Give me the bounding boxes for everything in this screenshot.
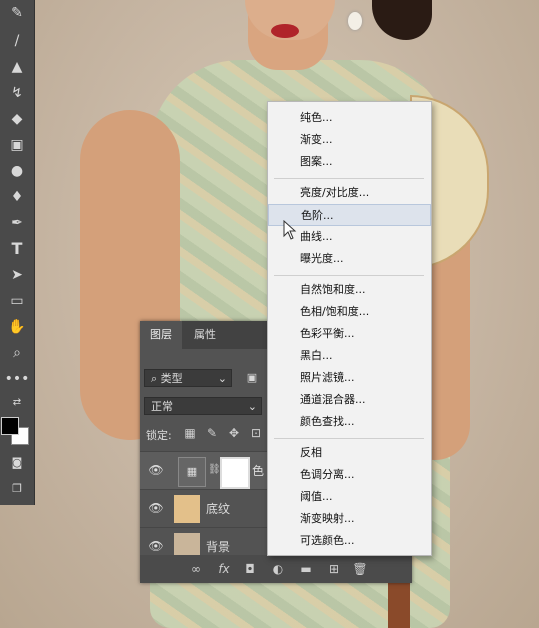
menu-item-solid-color[interactable]: 纯色... bbox=[268, 107, 431, 129]
lock-transparent-icon[interactable]: ▦ bbox=[182, 425, 198, 441]
rectangle-icon[interactable]: ▭ bbox=[4, 290, 30, 312]
visibility-eye-icon[interactable]: 👁 bbox=[148, 501, 164, 515]
blend-mode-select[interactable]: 正常 ⌄ bbox=[144, 397, 262, 415]
menu-item-channel-mixer[interactable]: 通道混合器... bbox=[268, 389, 431, 411]
blur-icon[interactable]: ● bbox=[4, 160, 30, 182]
menu-item-vibrance[interactable]: 自然饱和度... bbox=[268, 279, 431, 301]
brush-icon[interactable]: / bbox=[4, 30, 30, 52]
layer-name: 底纹 bbox=[206, 502, 231, 516]
chevron-down-icon: ⌄ bbox=[247, 400, 257, 413]
mask-icon[interactable]: ◘ bbox=[242, 561, 258, 577]
type-icon[interactable]: T bbox=[4, 238, 30, 260]
menu-item-gradient[interactable]: 渐变... bbox=[268, 129, 431, 151]
menu-item-gradient-map[interactable]: 渐变映射... bbox=[268, 508, 431, 530]
menu-item-posterize[interactable]: 色调分离... bbox=[268, 464, 431, 486]
earring bbox=[348, 12, 362, 30]
menu-separator bbox=[274, 178, 424, 179]
eraser-icon[interactable]: ◆ bbox=[4, 108, 30, 130]
quick-mask-icon[interactable]: ◙ bbox=[4, 452, 30, 474]
folder-icon[interactable]: ▬ bbox=[298, 561, 314, 577]
hair bbox=[372, 0, 432, 40]
menu-item-pattern[interactable]: 图案... bbox=[268, 151, 431, 173]
zoom-icon[interactable]: ⌕ bbox=[4, 342, 30, 364]
stamp-icon[interactable]: ▲ bbox=[4, 56, 30, 78]
adjustment-layer-icon: ▦ bbox=[178, 457, 206, 487]
tools-toolbar: ✎ / ▲ ↯ ◆ ▣ ● ♦ ✒ T ➤ ▭ ✋ ⌕ ••• ⇄ ◙ ❐ bbox=[0, 0, 35, 505]
menu-item-exposure[interactable]: 曝光度... bbox=[268, 248, 431, 270]
tab-layers[interactable]: 图层 bbox=[140, 321, 182, 349]
dodge-icon[interactable]: ♦ bbox=[4, 186, 30, 208]
trash-icon[interactable]: 🗑 bbox=[352, 561, 368, 577]
layer-mask-thumbnail[interactable] bbox=[220, 457, 250, 489]
hand-icon[interactable]: ✋ bbox=[4, 316, 30, 338]
layer-thumbnail bbox=[174, 495, 200, 523]
adjustment-icon[interactable]: ◐ bbox=[270, 561, 286, 577]
lock-label: 锁定: bbox=[146, 429, 172, 442]
menu-item-selective-color[interactable]: 可选颜色... bbox=[268, 530, 431, 552]
menu-separator bbox=[274, 438, 424, 439]
tab-properties[interactable]: 属性 bbox=[184, 321, 226, 349]
visibility-eye-icon[interactable]: 👁 bbox=[148, 539, 164, 553]
link-icon[interactable]: ∞ bbox=[188, 561, 204, 577]
adjustment-layer-menu: 纯色... 渐变... 图案... 亮度/对比度... 色阶... 曲线... … bbox=[267, 101, 432, 556]
brush-tool-icon[interactable]: ✎ bbox=[4, 2, 30, 24]
menu-separator bbox=[274, 275, 424, 276]
new-layer-icon[interactable]: ⊞ bbox=[326, 561, 342, 577]
mouse-cursor-icon bbox=[283, 220, 297, 240]
menu-item-invert[interactable]: 反相 bbox=[268, 442, 431, 464]
chevron-down-icon: ⌄ bbox=[217, 372, 227, 385]
menu-item-hue-saturation[interactable]: 色相/饱和度... bbox=[268, 301, 431, 323]
lock-position-icon[interactable]: ✥ bbox=[226, 425, 242, 441]
menu-item-brightness-contrast[interactable]: 亮度/对比度... bbox=[268, 182, 431, 204]
lock-pixels-icon[interactable]: ✎ bbox=[204, 425, 220, 441]
menu-item-photo-filter[interactable]: 照片滤镜... bbox=[268, 367, 431, 389]
menu-item-color-lookup[interactable]: 颜色查找... bbox=[268, 411, 431, 433]
pen-icon[interactable]: ✒ bbox=[4, 212, 30, 234]
fx-icon[interactable]: fx bbox=[216, 561, 232, 577]
lips bbox=[271, 24, 299, 38]
screen-mode-icon[interactable]: ❐ bbox=[4, 478, 30, 500]
path-select-icon[interactable]: ➤ bbox=[4, 264, 30, 286]
blend-mode-label: 正常 bbox=[151, 400, 173, 413]
filter-kind-select[interactable]: ⌕ 类型 ⌄ bbox=[144, 369, 232, 387]
more-icon[interactable]: ••• bbox=[4, 368, 30, 390]
gradient-icon[interactable]: ▣ bbox=[4, 134, 30, 156]
image-filter-icon[interactable]: ▣ bbox=[242, 367, 262, 389]
menu-item-color-balance[interactable]: 色彩平衡... bbox=[268, 323, 431, 345]
menu-item-black-white[interactable]: 黑白... bbox=[268, 345, 431, 367]
layers-bottom-bar: ∞ fx ◘ ◐ ▬ ⊞ 🗑 bbox=[140, 555, 412, 583]
layer-thumbnail bbox=[174, 533, 200, 556]
filter-kind-label: 类型 bbox=[160, 372, 183, 385]
foreground-color-swatch[interactable] bbox=[1, 417, 19, 435]
visibility-eye-icon[interactable]: 👁 bbox=[148, 463, 164, 477]
layer-name: 背景 bbox=[206, 540, 231, 554]
link-icon: ⛓ bbox=[208, 464, 221, 475]
layer-name: 色 bbox=[252, 464, 265, 478]
history-brush-icon[interactable]: ↯ bbox=[4, 82, 30, 104]
menu-item-threshold[interactable]: 阈值... bbox=[268, 486, 431, 508]
swap-colors-icon[interactable]: ⇄ bbox=[4, 392, 30, 414]
lock-artboard-icon[interactable]: ⊡ bbox=[248, 425, 264, 441]
